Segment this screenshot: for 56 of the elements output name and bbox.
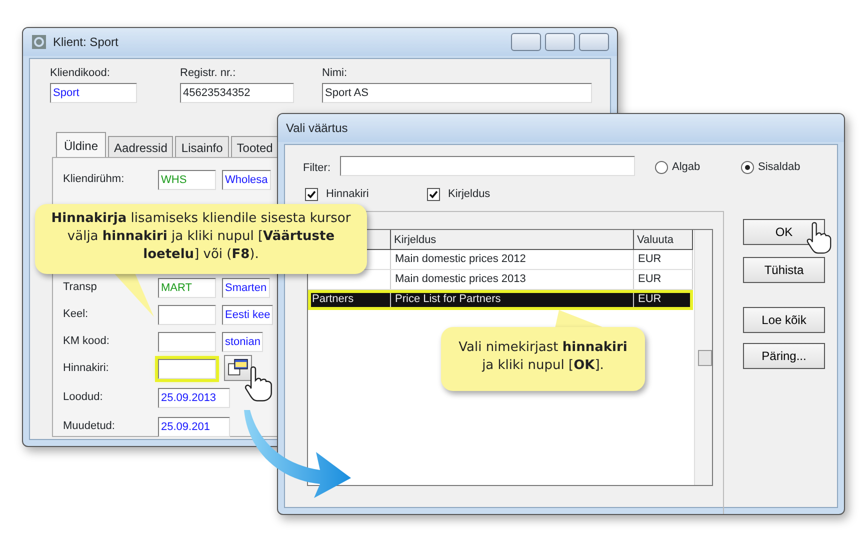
text-field[interactable]: Eesti kee: [222, 304, 274, 324]
checkbox-label: Hinnakiri: [326, 187, 369, 202]
tab[interactable]: Üldine: [56, 132, 106, 159]
field-label: KM kood:: [63, 334, 110, 350]
app-icon: [31, 34, 47, 50]
field-label: Loodud:: [63, 390, 104, 406]
table-cell[interactable]: Main domestic prices 2012: [391, 250, 634, 269]
field-label: Keel:: [63, 307, 90, 322]
text-field[interactable]: [158, 332, 216, 352]
text-field[interactable]: Wholesa: [222, 170, 271, 190]
radio-button[interactable]: [655, 160, 668, 174]
minimize-button[interactable]: [511, 33, 541, 51]
dialog-button[interactable]: Päring...: [743, 343, 825, 369]
close-button[interactable]: [579, 33, 609, 51]
column-header: Valuuta: [634, 230, 693, 249]
field-label: Muudetud:: [63, 419, 116, 434]
column-header: Kirjeldus: [391, 230, 634, 249]
list-picker-button[interactable]: [224, 355, 252, 381]
radio-label: Sisaldab: [758, 160, 800, 175]
checkbox-label: Kirjeldus: [448, 187, 490, 202]
table-cell: EUR: [634, 270, 693, 289]
field-label: Hinnakiri:: [63, 361, 110, 376]
field-label: Filter:: [303, 161, 330, 176]
date-field: 25.09.201: [158, 416, 230, 436]
text-field[interactable]: MART: [158, 278, 216, 298]
hand-cursor-icon: [244, 366, 274, 402]
radio-label: Algab: [672, 160, 700, 175]
text-field[interactable]: stonian: [222, 332, 264, 352]
dialog-button[interactable]: Loe kõik: [743, 307, 825, 333]
checkbox[interactable]: [305, 188, 318, 201]
text-field[interactable]: [158, 304, 216, 324]
text-field[interactable]: Sport: [50, 83, 137, 103]
field-label: Transp: [63, 280, 98, 296]
tab[interactable]: Lisainfo: [175, 136, 229, 159]
field-label: Kliendirühm:: [63, 172, 126, 188]
maximize-button[interactable]: [545, 33, 575, 51]
tab[interactable]: Aadressid: [108, 136, 174, 159]
field-label: Kliendikood:: [50, 66, 110, 81]
text-field[interactable]: WHS: [158, 170, 216, 190]
dialog-button[interactable]: Tühista: [743, 257, 825, 283]
field-label: Nimi:: [322, 66, 348, 81]
dialog-title: Vali väärtus: [286, 120, 348, 137]
text-field[interactable]: Smarten: [222, 278, 270, 298]
filter-field[interactable]: [340, 156, 635, 176]
window-title: Klient: Sport: [53, 34, 118, 51]
scroll-thumb[interactable]: [698, 350, 712, 366]
scrollbar[interactable]: [694, 230, 712, 485]
text-field[interactable]: Sport AS: [322, 83, 592, 103]
radio-button[interactable]: [741, 160, 754, 174]
text-field[interactable]: 45623534352: [180, 83, 294, 103]
date-field: 25.09.2013: [158, 388, 230, 408]
table-cell: EUR: [634, 250, 693, 269]
field-label: Registr. nr.:: [180, 66, 236, 81]
table-cell[interactable]: Main domestic prices 2013: [391, 270, 634, 289]
checkbox[interactable]: [427, 188, 440, 201]
hand-cursor-icon: [806, 222, 833, 254]
